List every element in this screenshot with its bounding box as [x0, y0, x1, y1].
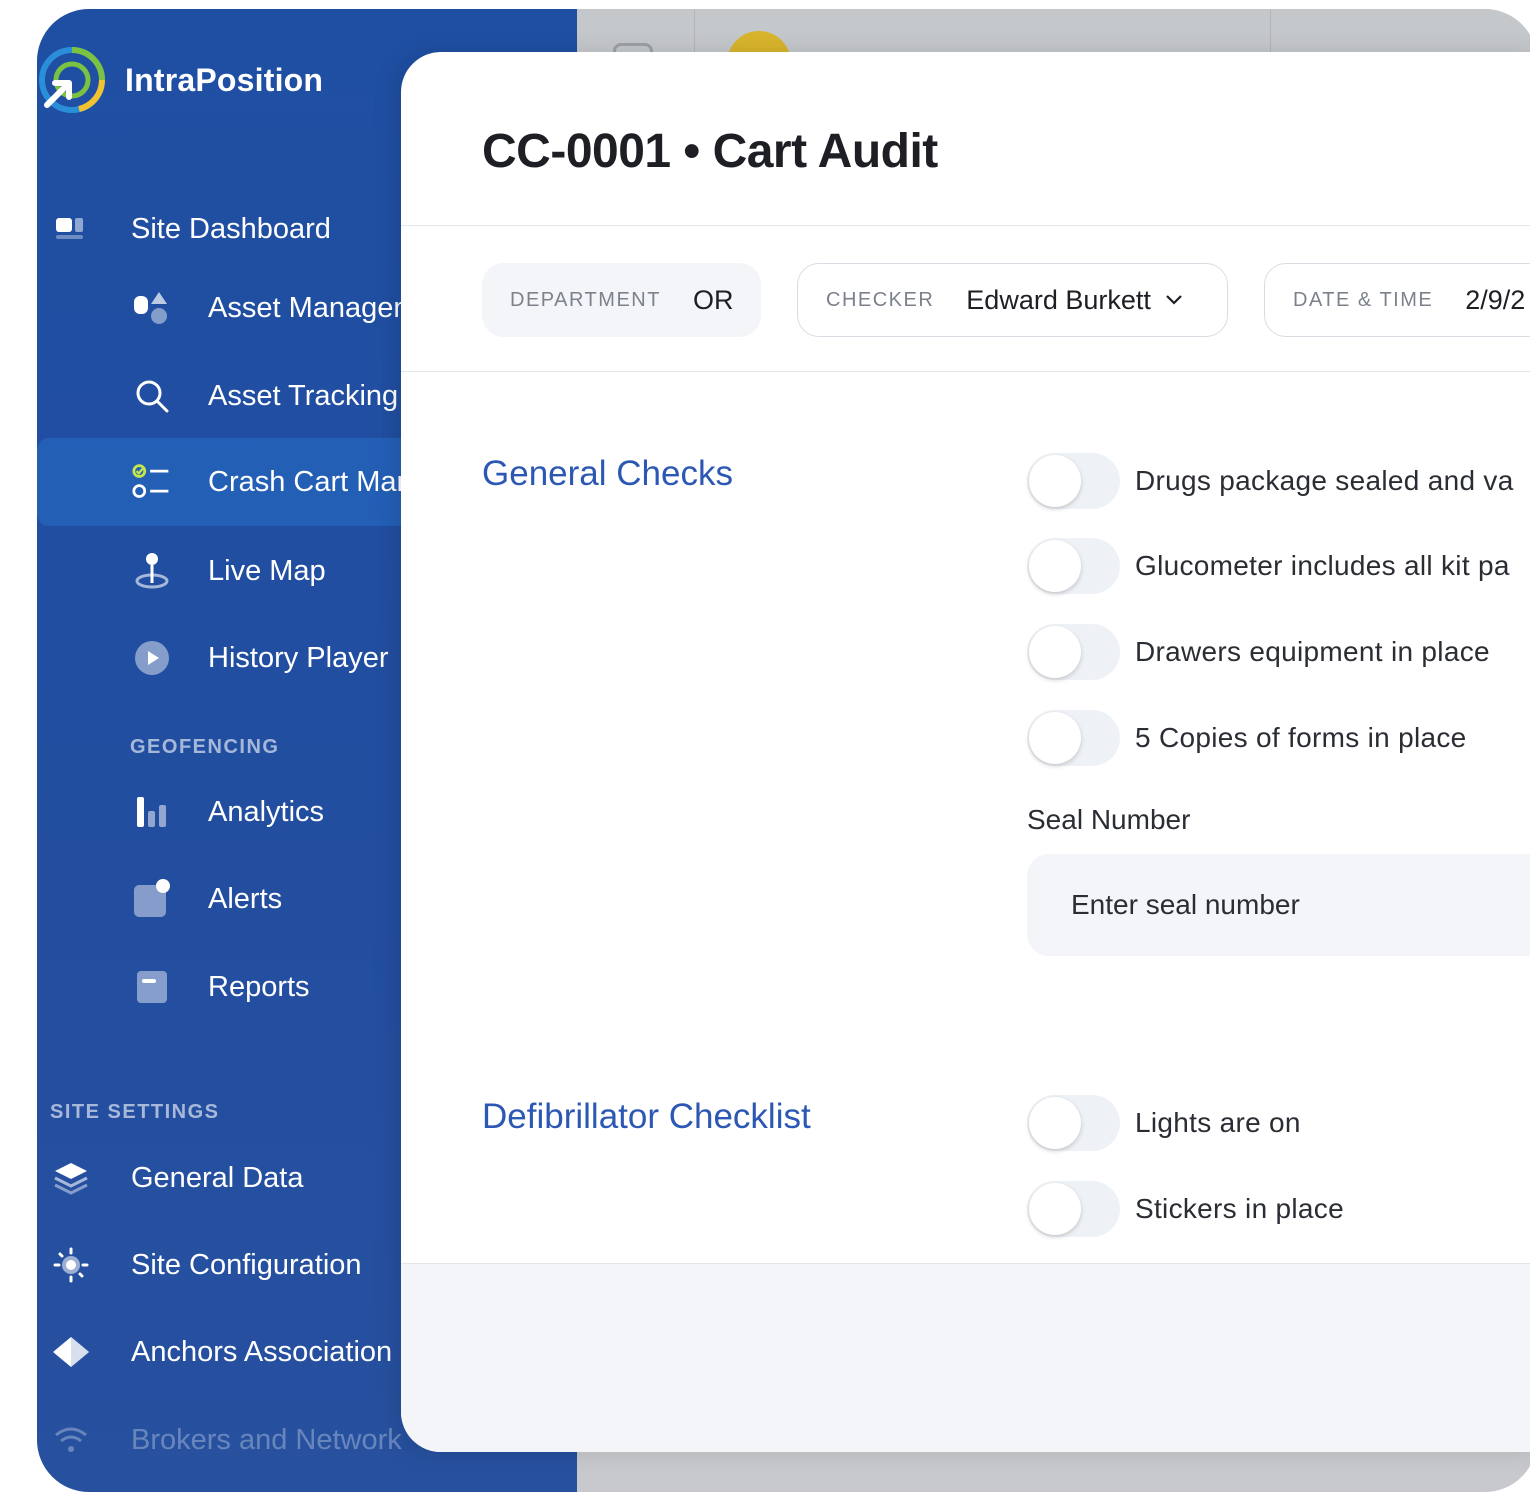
site-settings-section-label: SITE SETTINGS	[50, 1101, 220, 1123]
datetime-value: 2/9/2	[1465, 284, 1526, 315]
cart-audit-modal: CC-0001 • Cart Audit DEPARTMENT OR CHECK…	[401, 52, 1530, 1452]
department-key: DEPARTMENT	[510, 288, 661, 311]
search-icon	[132, 376, 172, 416]
seal-number-input[interactable]	[1027, 854, 1530, 956]
sidebar-item-general-data[interactable]: General Data	[51, 1158, 304, 1198]
sidebar-item-label: Live Map	[208, 554, 326, 587]
checker-value: Edward Burkett	[966, 284, 1151, 315]
toggle-switch[interactable]	[1027, 453, 1120, 509]
report-icon	[132, 967, 172, 1007]
diamond-icon	[51, 1332, 91, 1372]
alert-bell-icon	[132, 879, 172, 919]
department-chip: DEPARTMENT OR	[482, 263, 762, 337]
sidebar-item-label: Site Configuration	[131, 1248, 362, 1281]
dashboard-icon	[51, 209, 91, 249]
department-value: OR	[692, 284, 734, 315]
geofencing-section-label: GEOFENCING	[130, 736, 280, 758]
sidebar-item-anchors-association[interactable]: Anchors Association	[51, 1332, 392, 1372]
toggle-switch[interactable]	[1027, 1181, 1120, 1237]
datetime-key: DATE & TIME	[1293, 288, 1434, 311]
toggle-switch[interactable]	[1027, 538, 1120, 594]
toggle-knob	[1029, 1097, 1081, 1149]
checklist-item-label: Lights are on	[1135, 1107, 1301, 1138]
modal-footer	[401, 1263, 1530, 1452]
sidebar-item-label: Anchors Association	[131, 1335, 393, 1368]
toggle-knob	[1029, 455, 1081, 507]
sidebar-item-analytics[interactable]: Analytics	[132, 792, 324, 832]
divider	[401, 225, 1530, 226]
sidebar-item-label: Asset Tracking	[208, 379, 399, 412]
wifi-icon	[51, 1420, 91, 1460]
sidebar-item-label: General Data	[131, 1161, 304, 1194]
brand[interactable]: IntraPosition	[39, 47, 323, 113]
general-checks-title: General Checks	[482, 454, 733, 493]
checklist-item-label: Stickers in place	[1135, 1193, 1344, 1224]
checklist-item-label: Drugs package sealed and va	[1135, 465, 1514, 496]
checklist-item[interactable]: 5 Copies of forms in place	[1027, 710, 1467, 766]
modal-title: CC-0001 • Cart Audit	[482, 125, 938, 178]
intraposition-logo-icon	[39, 47, 105, 113]
sidebar-item-site-dashboard[interactable]: Site Dashboard	[51, 209, 331, 249]
checklist-item[interactable]: Stickers in place	[1027, 1181, 1344, 1237]
map-pin-icon	[132, 551, 172, 591]
defibrillator-checklist-title: Defibrillator Checklist	[482, 1097, 811, 1136]
bar-chart-icon	[132, 792, 172, 832]
shapes-icon	[132, 288, 172, 328]
toggle-knob	[1029, 712, 1081, 764]
sidebar-item-label: Brokers and Network	[131, 1423, 402, 1456]
sidebar-item-site-configuration[interactable]: Site Configuration	[51, 1245, 362, 1285]
datetime-field[interactable]: DATE & TIME 2/9/2	[1264, 263, 1530, 337]
checklist-item[interactable]: Lights are on	[1027, 1095, 1301, 1151]
sidebar-item-label: Reports	[208, 970, 310, 1003]
play-icon	[132, 638, 172, 678]
checklist-item[interactable]: Drugs package sealed and va	[1027, 453, 1514, 509]
gear-icon	[51, 1245, 91, 1285]
sidebar-item-label: Analytics	[208, 795, 325, 828]
checklist-item-label: Drawers equipment in place	[1135, 636, 1490, 667]
checklist-item[interactable]: Drawers equipment in place	[1027, 624, 1490, 680]
sidebar-item-alerts[interactable]: Alerts	[132, 879, 282, 919]
layers-icon	[51, 1158, 91, 1198]
toggle-knob	[1029, 626, 1081, 678]
toggle-knob	[1029, 1183, 1081, 1235]
sidebar-item-history-player[interactable]: History Player	[132, 638, 389, 678]
seal-number-label: Seal Number	[1027, 804, 1191, 835]
sidebar-item-label: Alerts	[208, 882, 283, 915]
sidebar-item-asset-tracking[interactable]: Asset Tracking	[132, 376, 398, 416]
divider	[401, 371, 1530, 372]
sidebar-item-brokers-and-network[interactable]: Brokers and Network	[51, 1420, 402, 1460]
toggle-switch[interactable]	[1027, 624, 1120, 680]
checklist-item-label: 5 Copies of forms in place	[1135, 722, 1467, 753]
sidebar-item-live-map[interactable]: Live Map	[132, 551, 326, 591]
toggle-switch[interactable]	[1027, 1095, 1120, 1151]
toggle-knob	[1029, 540, 1081, 592]
chevron-down-icon	[1165, 289, 1183, 312]
sidebar-item-label: Site Dashboard	[131, 212, 331, 245]
sidebar-item-label: History Player	[208, 641, 389, 674]
checklist-icon	[132, 462, 172, 502]
checklist-item-label: Glucometer includes all kit pa	[1135, 550, 1510, 581]
checklist-item[interactable]: Glucometer includes all kit pa	[1027, 538, 1510, 594]
toggle-switch[interactable]	[1027, 710, 1120, 766]
brand-name: IntraPosition	[125, 61, 324, 98]
checker-key: CHECKER	[826, 288, 935, 311]
sidebar-item-reports[interactable]: Reports	[132, 967, 310, 1007]
checker-select[interactable]: CHECKER Edward Burkett	[797, 263, 1228, 337]
